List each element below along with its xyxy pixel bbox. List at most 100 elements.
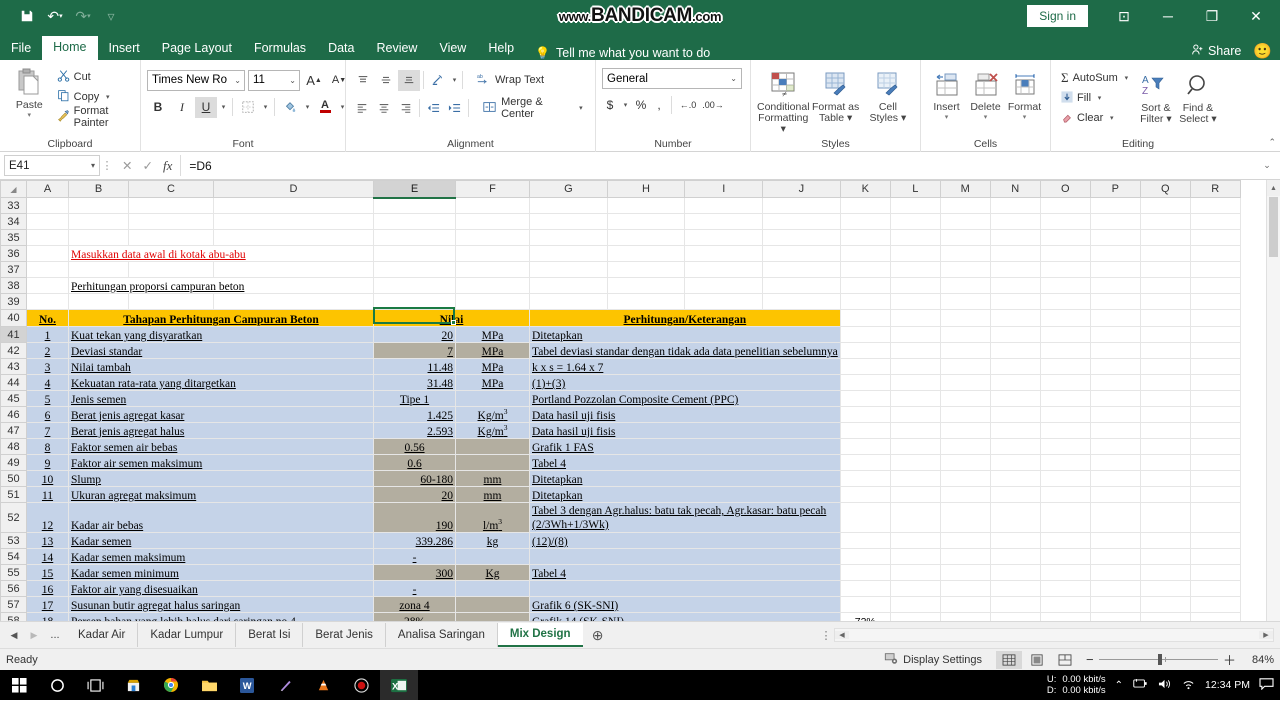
row-header-47[interactable]: 47: [0, 422, 27, 439]
cell-A56[interactable]: 16: [26, 580, 69, 597]
cell-N47[interactable]: [989, 422, 1041, 439]
cell-N52[interactable]: [989, 502, 1041, 533]
collapse-ribbon-icon[interactable]: ⌃: [1268, 137, 1276, 148]
column-header-Q[interactable]: Q: [1139, 180, 1191, 198]
cell-Q53[interactable]: [1139, 532, 1191, 549]
cell-K43[interactable]: [839, 358, 891, 375]
cell-F53[interactable]: kg: [455, 532, 530, 549]
zoom-slider[interactable]: − ＋: [1086, 650, 1236, 669]
cell-Q48[interactable]: [1139, 438, 1191, 455]
cell-F46[interactable]: Kg/m3: [455, 406, 530, 423]
row-header-48[interactable]: 48: [0, 438, 27, 455]
cell-F50[interactable]: mm: [455, 470, 530, 487]
page-layout-view-icon[interactable]: [1024, 651, 1050, 669]
word-icon[interactable]: W: [228, 670, 266, 700]
cell-N45[interactable]: [989, 390, 1041, 407]
cell-K48[interactable]: [839, 438, 891, 455]
volume-icon[interactable]: [1157, 678, 1172, 693]
cell-M48[interactable]: [939, 438, 991, 455]
row-header-58[interactable]: 58: [0, 612, 27, 621]
horizontal-scrollbar[interactable]: ◀ ▶: [834, 628, 1274, 642]
cell-G58[interactable]: Grafik 14 (SK-SNI): [529, 612, 841, 621]
fill-color-button[interactable]: [279, 97, 301, 118]
vertical-scroll-thumb[interactable]: [1269, 197, 1278, 257]
cell-O53[interactable]: [1039, 532, 1091, 549]
column-header-O[interactable]: O: [1039, 180, 1091, 198]
tab-file[interactable]: File: [0, 37, 42, 61]
cell-O54[interactable]: [1039, 548, 1091, 565]
cell-N54[interactable]: [989, 548, 1041, 565]
sheet-tab-kadar-air[interactable]: Kadar Air: [66, 623, 139, 647]
cell-L54[interactable]: [889, 548, 941, 565]
cell-G41[interactable]: Ditetapkan: [529, 326, 841, 343]
cell-O42[interactable]: [1039, 342, 1091, 359]
cell-K52[interactable]: [839, 502, 891, 533]
cell-P42[interactable]: [1089, 342, 1141, 359]
column-header-E[interactable]: E: [373, 180, 456, 199]
cut-button[interactable]: Cut: [53, 67, 134, 87]
cell-R47[interactable]: [1189, 422, 1241, 439]
display-settings-button[interactable]: Display Settings: [884, 652, 982, 668]
cell-O55[interactable]: [1039, 564, 1091, 581]
align-right-icon[interactable]: [395, 98, 416, 119]
start-icon[interactable]: [0, 670, 38, 700]
cell-L56[interactable]: [889, 580, 941, 597]
battery-icon[interactable]: [1132, 678, 1148, 692]
cell-L42[interactable]: [889, 342, 941, 359]
cell-L53[interactable]: [889, 532, 941, 549]
cell-N43[interactable]: [989, 358, 1041, 375]
column-header-C[interactable]: C: [128, 180, 214, 198]
percent-format-button[interactable]: %: [633, 95, 649, 116]
cell-Q47[interactable]: [1139, 422, 1191, 439]
row-header-33[interactable]: 33: [0, 197, 27, 214]
cell-P57[interactable]: [1089, 596, 1141, 613]
row-header-40[interactable]: 40: [0, 309, 27, 327]
cell-Q45[interactable]: [1139, 390, 1191, 407]
wifi-icon[interactable]: [1181, 678, 1196, 693]
zoom-out-icon[interactable]: −: [1086, 652, 1094, 667]
cell-P43[interactable]: [1089, 358, 1141, 375]
cell-E41[interactable]: 20: [373, 326, 456, 343]
excel-icon[interactable]: X: [380, 670, 418, 700]
align-top-icon[interactable]: [352, 70, 374, 91]
cell-F47[interactable]: Kg/m3: [455, 422, 530, 439]
cell-E55[interactable]: 300: [373, 564, 456, 581]
cell-O58[interactable]: [1039, 612, 1091, 621]
cell-Q44[interactable]: [1139, 374, 1191, 391]
cell-N58[interactable]: [989, 612, 1041, 621]
row-header-43[interactable]: 43: [0, 358, 27, 375]
column-header-J[interactable]: J: [762, 180, 841, 198]
cell-B36-note[interactable]: Masukkan data awal di kotak abu-abu: [68, 245, 374, 262]
cell-E56[interactable]: -: [373, 580, 456, 597]
page-break-preview-icon[interactable]: [1052, 651, 1078, 669]
tab-split-handle[interactable]: ⋮: [818, 629, 834, 642]
cell-E57[interactable]: zona 4: [373, 596, 456, 613]
column-header-B[interactable]: B: [68, 180, 129, 198]
cell-M46[interactable]: [939, 406, 991, 423]
formula-input[interactable]: =D6: [180, 155, 1258, 176]
cell-L45[interactable]: [889, 390, 941, 407]
clear-dropdown-icon[interactable]: ▾: [1107, 114, 1116, 122]
cell-M44[interactable]: [939, 374, 991, 391]
cell-A54[interactable]: 14: [26, 548, 69, 565]
cell-G44[interactable]: (1)+(3): [529, 374, 841, 391]
cell-M53[interactable]: [939, 532, 991, 549]
action-center-icon[interactable]: [1259, 677, 1274, 693]
align-left-icon[interactable]: [352, 98, 373, 119]
cell-Q56[interactable]: [1139, 580, 1191, 597]
autosum-button[interactable]: Σ AutoSum ▾: [1057, 68, 1135, 88]
cell-R52[interactable]: [1189, 502, 1241, 533]
cell-A58[interactable]: 18: [26, 612, 69, 621]
cell-O45[interactable]: [1039, 390, 1091, 407]
row-header-46[interactable]: 46: [0, 406, 27, 423]
cell-E54[interactable]: -: [373, 548, 456, 565]
insert-function-icon[interactable]: fx: [163, 158, 172, 174]
cell-F42[interactable]: MPa: [455, 342, 530, 359]
currency-dropdown-icon[interactable]: ▾: [621, 101, 630, 109]
cell-M56[interactable]: [939, 580, 991, 597]
row-header-34[interactable]: 34: [0, 213, 27, 230]
cell-R43[interactable]: [1189, 358, 1241, 375]
cell-P45[interactable]: [1089, 390, 1141, 407]
row-header-37[interactable]: 37: [0, 261, 27, 278]
cell-L48[interactable]: [889, 438, 941, 455]
